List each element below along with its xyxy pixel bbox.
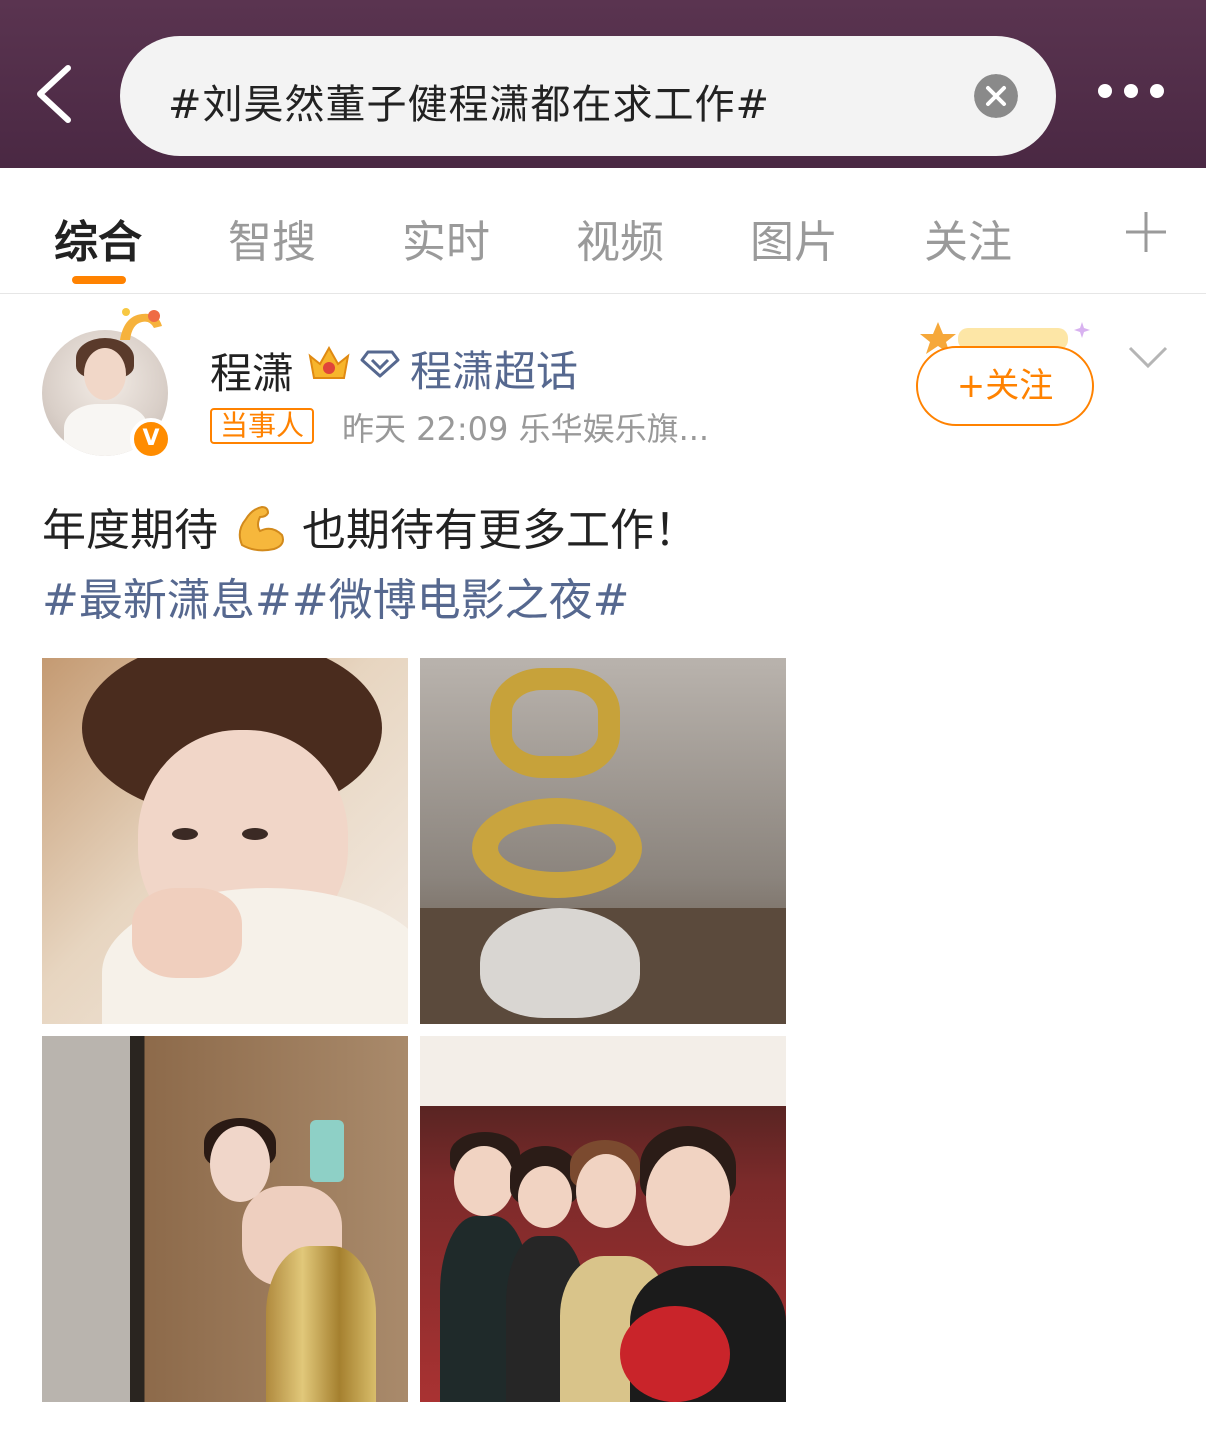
post-image-1[interactable] xyxy=(42,658,408,1024)
post-text-part1: 年度期待 xyxy=(42,505,218,556)
crown-icon xyxy=(308,345,350,379)
carousel-horse-icon xyxy=(120,308,162,340)
supertopic-link[interactable]: 程潇超话 xyxy=(410,338,578,399)
tab-images[interactable]: 图片 xyxy=(750,206,838,270)
diamond-icon xyxy=(360,350,400,378)
avatar[interactable]: V xyxy=(40,306,180,466)
more-horizontal-icon[interactable] xyxy=(1096,84,1166,108)
post-image-3[interactable] xyxy=(42,1036,408,1402)
close-circle-icon[interactable] xyxy=(974,74,1018,118)
tab-bar: 综合 智搜 实时 视频 图片 关注 xyxy=(0,168,1206,294)
search-input[interactable]: #刘昊然董子健程潇都在求工作# xyxy=(120,36,1056,156)
top-bar: #刘昊然董子健程潇都在求工作# xyxy=(0,0,1206,168)
party-badge: 当事人 xyxy=(210,408,315,444)
post-text-part2: 也期待有更多工作！ xyxy=(302,505,698,556)
username[interactable]: 程潇 xyxy=(210,340,294,401)
chevron-left-icon[interactable] xyxy=(30,62,78,126)
chevron-down-icon[interactable] xyxy=(1128,344,1168,370)
post-image-2[interactable] xyxy=(420,658,786,1024)
verified-badge-icon: V xyxy=(130,418,172,460)
post-image-4[interactable] xyxy=(420,1036,786,1402)
search-query-text: #刘昊然董子健程潇都在求工作# xyxy=(168,82,771,128)
active-tab-indicator xyxy=(72,276,126,284)
tab-following[interactable]: 关注 xyxy=(924,206,1012,270)
post-text: 年度期待 也期待有更多工作！ xyxy=(42,494,698,558)
tab-comprehensive[interactable]: 综合 xyxy=(54,206,142,270)
hashtag-links[interactable]: #最新潇息##微博电影之夜# xyxy=(42,564,629,628)
follow-button[interactable]: +关注 xyxy=(916,346,1094,426)
plus-icon[interactable] xyxy=(1124,210,1168,254)
tab-video[interactable]: 视频 xyxy=(576,206,664,270)
follow-button-label: +关注 xyxy=(956,366,1054,406)
tab-realtime[interactable]: 实时 xyxy=(402,206,490,270)
post-meta: 昨天 22:09 乐华娱乐旗... xyxy=(342,410,710,448)
tab-smart-search[interactable]: 智搜 xyxy=(228,206,316,270)
flexed-biceps-icon xyxy=(238,505,284,552)
